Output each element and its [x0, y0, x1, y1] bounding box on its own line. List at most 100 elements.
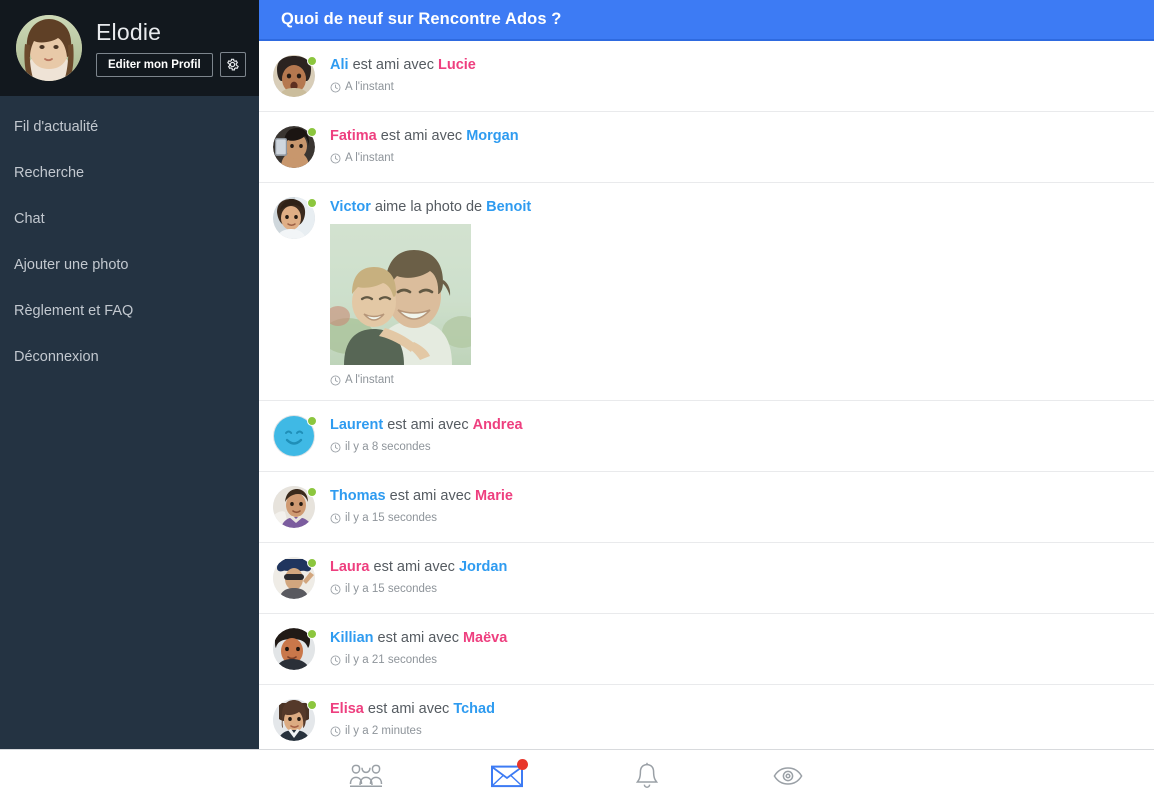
- sidebar-item-chat[interactable]: Chat: [0, 196, 259, 242]
- feed-item[interactable]: Laurent est ami avec Andrea il y a 8 sec…: [259, 401, 1154, 472]
- sidebar-item-reglement-et-faq[interactable]: Règlement et FAQ: [0, 288, 259, 334]
- clock-icon: [330, 153, 341, 163]
- clock-icon: [330, 82, 341, 92]
- action-text: est ami avec: [380, 128, 467, 144]
- settings-button[interactable]: [219, 52, 246, 77]
- feed-text: Thomas est ami avec Marie: [330, 487, 513, 505]
- feed-text: Ali est ami avec Lucie: [330, 56, 476, 74]
- timestamp: il y a 21 secondes: [330, 654, 507, 666]
- sidebar-menu: Fil d'actualité Recherche Chat Ajouter u…: [0, 96, 259, 380]
- timestamp-text: il y a 15 secondes: [345, 583, 438, 595]
- main-content: Quoi de neuf sur Rencontre Ados ? Ali es…: [259, 0, 1154, 749]
- feed-text: Fatima est ami avec Morgan: [330, 127, 519, 145]
- feed-avatar[interactable]: [273, 628, 317, 670]
- feed-avatar[interactable]: [273, 197, 317, 239]
- profile-name: Elodie: [96, 19, 162, 45]
- post-photo: [330, 224, 471, 365]
- feed-body: Fatima est ami avec Morgan A l'instant: [330, 126, 519, 164]
- actor-name-link[interactable]: Victor: [330, 199, 371, 215]
- timestamp-text: il y a 15 secondes: [345, 512, 438, 524]
- sidebar: Elodie Editer mon Profil Fil d'actualité…: [0, 0, 259, 749]
- feed-item[interactable]: Victor aime la photo de Benoit A l'insta…: [259, 183, 1154, 401]
- timestamp-text: il y a 8 secondes: [345, 441, 431, 453]
- online-status-dot: [307, 487, 317, 497]
- target-name-link[interactable]: Jordan: [459, 559, 507, 575]
- feed-item[interactable]: Fatima est ami avec Morgan A l'instant: [259, 112, 1154, 183]
- user-avatar-photo: [16, 15, 82, 81]
- actor-name-link[interactable]: Elisa: [330, 701, 364, 717]
- feed-body: Elisa est ami avec Tchad il y a 2 minute…: [330, 699, 495, 737]
- post-photo[interactable]: [330, 224, 471, 365]
- feed-avatar[interactable]: [273, 55, 317, 97]
- bell-icon: [635, 762, 659, 788]
- timestamp-text: A l'instant: [345, 81, 394, 93]
- sidebar-item-deconnexion[interactable]: Déconnexion: [0, 334, 259, 380]
- actor-name-link[interactable]: Laurent: [330, 417, 383, 433]
- action-text: est ami avec: [352, 57, 438, 73]
- feed-body: Laura est ami avec Jordan il y a 15 seco…: [330, 557, 507, 595]
- feed-avatar[interactable]: [273, 557, 317, 599]
- page-header: Quoi de neuf sur Rencontre Ados ?: [259, 0, 1154, 41]
- timestamp: il y a 15 secondes: [330, 583, 507, 595]
- edit-profile-button[interactable]: Editer mon Profil: [96, 52, 213, 77]
- action-text: est ami avec: [387, 417, 473, 433]
- feed-item[interactable]: Elisa est ami avec Tchad il y a 2 minute…: [259, 685, 1154, 749]
- feed-item[interactable]: Ali est ami avec Lucie A l'instant: [259, 41, 1154, 112]
- feed-text: Elisa est ami avec Tchad: [330, 700, 495, 718]
- online-status-dot: [307, 629, 317, 639]
- actor-name-link[interactable]: Ali: [330, 57, 349, 73]
- sidebar-profile-header: Elodie Editer mon Profil: [0, 0, 259, 96]
- bottom-navigation: [0, 749, 1154, 800]
- target-name-link[interactable]: Lucie: [438, 57, 476, 73]
- target-name-link[interactable]: Andrea: [473, 417, 523, 433]
- action-text: est ami avec: [367, 701, 454, 717]
- target-name-link[interactable]: Tchad: [453, 701, 495, 717]
- nav-icon-holder: [773, 766, 803, 786]
- feed-text: Laura est ami avec Jordan: [330, 558, 507, 576]
- nav-bell-button[interactable]: [619, 750, 675, 800]
- feed-text: Killian est ami avec Maëva: [330, 629, 507, 647]
- action-text: est ami avec: [389, 488, 476, 504]
- actor-name-link[interactable]: Laura: [330, 559, 370, 575]
- timestamp: il y a 8 secondes: [330, 441, 523, 453]
- sidebar-item-ajouter-une-photo[interactable]: Ajouter une photo: [0, 242, 259, 288]
- online-status-dot: [307, 56, 317, 66]
- feed-avatar[interactable]: [273, 126, 317, 168]
- feed-item[interactable]: Thomas est ami avec Marie il y a 15 seco…: [259, 472, 1154, 543]
- clock-icon: [330, 655, 341, 665]
- nav-icon-holder: [491, 758, 528, 788]
- timestamp: A l'instant: [330, 152, 519, 164]
- nav-eye-button[interactable]: [760, 750, 816, 800]
- target-name-link[interactable]: Morgan: [466, 128, 518, 144]
- feed-body: Killian est ami avec Maëva il y a 21 sec…: [330, 628, 507, 666]
- feed-item[interactable]: Laura est ami avec Jordan il y a 15 seco…: [259, 543, 1154, 614]
- nav-envelope-button[interactable]: [479, 750, 535, 800]
- unread-badge: [517, 758, 528, 770]
- actor-name-link[interactable]: Fatima: [330, 128, 377, 144]
- online-status-dot: [307, 198, 317, 208]
- profile-info: Elodie Editer mon Profil: [96, 19, 246, 77]
- feed-avatar[interactable]: [273, 486, 317, 528]
- actor-name-link[interactable]: Thomas: [330, 488, 386, 504]
- online-status-dot: [307, 700, 317, 710]
- feed-item[interactable]: Killian est ami avec Maëva il y a 21 sec…: [259, 614, 1154, 685]
- actor-name-link[interactable]: Killian: [330, 630, 374, 646]
- avatar[interactable]: [16, 15, 82, 81]
- feed-avatar[interactable]: [273, 415, 317, 457]
- sidebar-item-recherche[interactable]: Recherche: [0, 150, 259, 196]
- action-text: est ami avec: [373, 559, 459, 575]
- clock-icon: [330, 726, 341, 736]
- timestamp: il y a 2 minutes: [330, 725, 495, 737]
- feed-avatar[interactable]: [273, 699, 317, 741]
- target-name-link[interactable]: Benoit: [486, 199, 531, 215]
- target-name-link[interactable]: Maëva: [463, 630, 507, 646]
- target-name-link[interactable]: Marie: [475, 488, 513, 504]
- feed-body: Thomas est ami avec Marie il y a 15 seco…: [330, 486, 513, 524]
- timestamp-text: A l'instant: [345, 152, 394, 164]
- clock-icon: [330, 513, 341, 523]
- app-root: Elodie Editer mon Profil Fil d'actualité…: [0, 0, 1154, 800]
- sidebar-item-fil-dactualite[interactable]: Fil d'actualité: [0, 104, 259, 150]
- feed-text: Victor aime la photo de Benoit: [330, 198, 531, 216]
- timestamp-text: A l'instant: [345, 374, 394, 386]
- nav-friends-button[interactable]: [338, 750, 394, 800]
